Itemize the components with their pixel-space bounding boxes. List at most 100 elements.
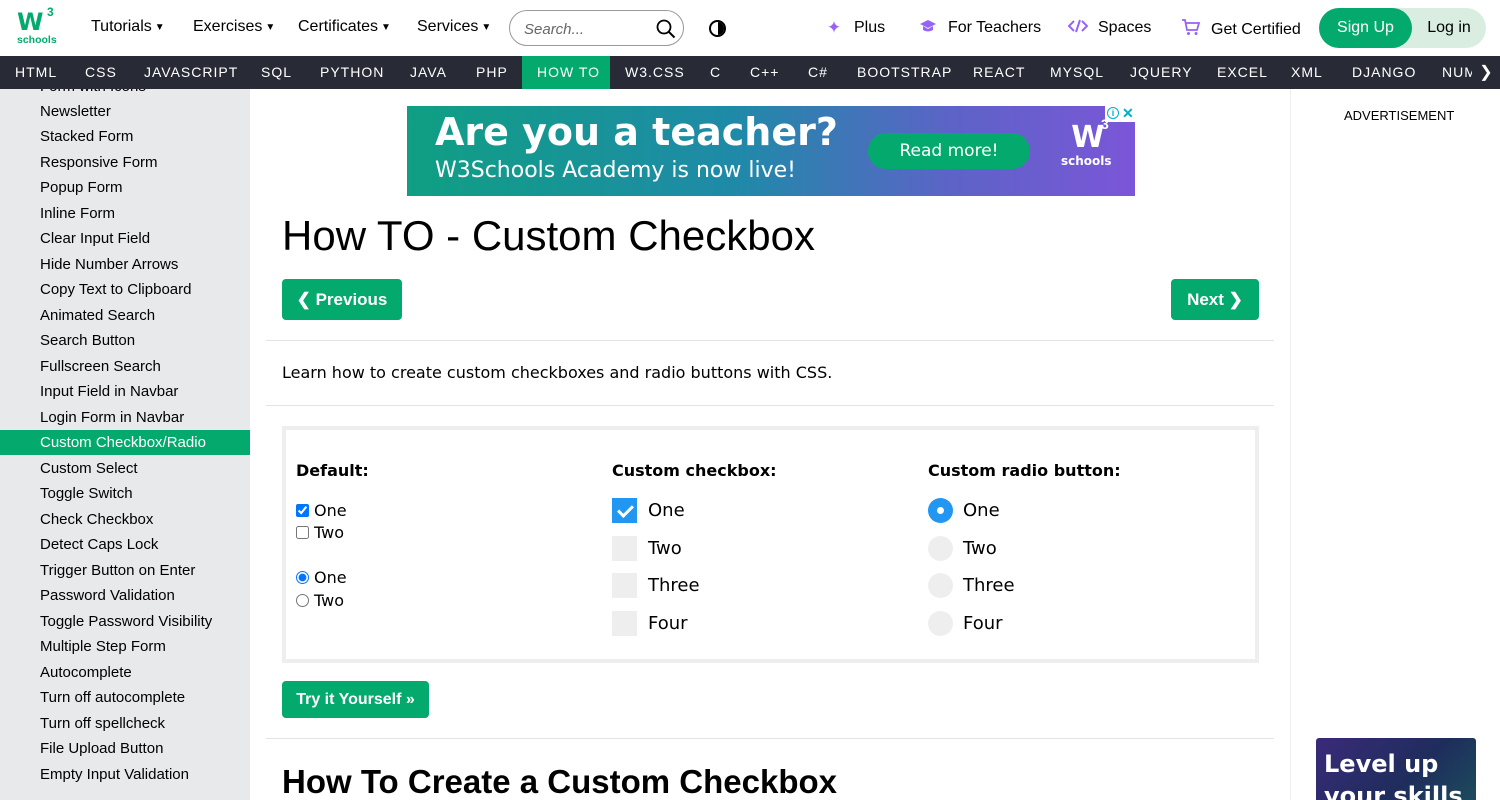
nav-item-mysql[interactable]: MYSQL — [1035, 56, 1119, 89]
ad-info-icon[interactable]: i — [1107, 107, 1119, 119]
nav-item-c[interactable]: C — [695, 56, 736, 89]
default-checkbox-two-input[interactable] — [296, 526, 309, 539]
next-button[interactable]: Next ❯ — [1171, 279, 1259, 320]
custom-checkbox-three[interactable]: Three — [612, 573, 700, 598]
sidebar-item-stacked-form[interactable]: Stacked Form — [0, 124, 250, 149]
nav-item-sql[interactable]: SQL — [246, 56, 307, 89]
nav-item-java[interactable]: JAVA — [395, 56, 462, 89]
custom-radio-three-label: Three — [963, 575, 1015, 596]
sidebar-item-inline-form[interactable]: Inline Form — [0, 201, 250, 226]
sidebar-item-responsive-form[interactable]: Responsive Form — [0, 150, 250, 175]
plus-label: Plus — [854, 19, 886, 36]
w3schools-logo[interactable]: W 3 schools — [17, 5, 59, 48]
sidebar-item-animated-search[interactable]: Animated Search — [0, 303, 250, 328]
nav-item-jquery[interactable]: JQUERY — [1115, 56, 1208, 89]
sidebar-item-form-with-icons[interactable]: Form with Icons — [0, 89, 250, 99]
menu-certificates-label: Certificates — [298, 18, 379, 35]
default-radio-one-input[interactable] — [296, 571, 309, 584]
nav-item-javascript[interactable]: JAVASCRIPT — [129, 56, 253, 89]
menu-tutorials[interactable]: Tutorials ▼ — [91, 18, 165, 36]
sidebar-item-detect-caps-lock[interactable]: Detect Caps Lock — [0, 532, 250, 557]
level-up-ad[interactable]: Level up your skills — [1316, 738, 1476, 800]
nav-item-xml[interactable]: XML — [1276, 56, 1338, 89]
plus-link[interactable]: ✦ Plus — [824, 18, 885, 38]
sidebar-item-toggle-password-visibility[interactable]: Toggle Password Visibility — [0, 609, 250, 634]
ad-close-icon[interactable]: ✕ — [1122, 106, 1134, 122]
custom-radio-three[interactable]: Three — [928, 573, 1015, 598]
custom-checkbox-one[interactable]: One — [612, 498, 685, 523]
nav-item-django[interactable]: DJANGO — [1337, 56, 1431, 89]
sidebar: Form with Icons Newsletter Stacked Form … — [0, 89, 250, 800]
logo-letter: W — [17, 8, 44, 36]
custom-checkbox-two-label: Two — [648, 538, 682, 559]
sidebar-item-turn-off-spellcheck[interactable]: Turn off spellcheck — [0, 711, 250, 736]
caret-down-icon: ▼ — [381, 22, 391, 33]
default-checkbox-one[interactable]: One — [296, 501, 347, 520]
nav-item-react[interactable]: REACT — [958, 56, 1040, 89]
default-radio-two-input[interactable] — [296, 594, 309, 607]
sidebar-item-fullscreen-search[interactable]: Fullscreen Search — [0, 354, 250, 379]
menu-exercises[interactable]: Exercises ▼ — [193, 18, 275, 36]
menu-services[interactable]: Services ▼ — [417, 18, 491, 36]
sidebar-item-clear-input-field[interactable]: Clear Input Field — [0, 226, 250, 251]
sidebar-item-empty-input-validation[interactable]: Empty Input Validation — [0, 762, 250, 787]
sidebar-item-popup-form[interactable]: Popup Form — [0, 175, 250, 200]
nav-item-php[interactable]: PHP — [461, 56, 523, 89]
search-input[interactable] — [524, 19, 649, 39]
sidebar-item-password-validation[interactable]: Password Validation — [0, 583, 250, 608]
previous-button[interactable]: ❮ Previous — [282, 279, 402, 320]
sidebar-item-custom-checkbox-radio[interactable]: Custom Checkbox/Radio — [0, 430, 250, 455]
divider — [266, 738, 1274, 739]
custom-radio-two[interactable]: Two — [928, 536, 997, 561]
sidebar-item-turn-off-autocomplete[interactable]: Turn off autocomplete — [0, 685, 250, 710]
custom-checkbox-four[interactable]: Four — [612, 611, 688, 636]
checkbox-checked-icon — [612, 498, 637, 523]
sidebar-item-input-field-navbar[interactable]: Input Field in Navbar — [0, 379, 250, 404]
contrast-toggle-icon[interactable] — [709, 20, 726, 37]
sidebar-item-search-button[interactable]: Search Button — [0, 328, 250, 353]
nav-item-w3css[interactable]: W3.CSS — [610, 56, 700, 89]
default-checkbox-two[interactable]: Two — [296, 523, 344, 542]
sidebar-item-toggle-switch[interactable]: Toggle Switch — [0, 481, 250, 506]
sidebar-item-trigger-button-enter[interactable]: Trigger Button on Enter — [0, 558, 250, 583]
sidebar-item-multiple-step-form[interactable]: Multiple Step Form — [0, 634, 250, 659]
sidebar-item-login-form-navbar[interactable]: Login Form in Navbar — [0, 405, 250, 430]
level-up-line1: Level up — [1324, 750, 1439, 778]
nav-item-html[interactable]: HTML — [0, 56, 72, 89]
nav-item-csharp[interactable]: C# — [793, 56, 843, 89]
sign-up-button[interactable]: Sign Up — [1319, 8, 1412, 48]
menu-certificates[interactable]: Certificates ▼ — [298, 18, 391, 36]
custom-checkbox-heading: Custom checkbox: — [612, 461, 777, 480]
get-certified-link[interactable]: Get Certified — [1181, 18, 1301, 41]
sidebar-item-hide-number-arrows[interactable]: Hide Number Arrows — [0, 252, 250, 277]
spaces-link[interactable]: Spaces — [1067, 18, 1151, 38]
default-radio-two[interactable]: Two — [296, 591, 344, 610]
sparkle-icon: ✦ — [826, 18, 842, 37]
search-icon[interactable] — [656, 19, 676, 39]
caret-down-icon: ▼ — [481, 22, 492, 33]
custom-radio-one[interactable]: One — [928, 498, 1000, 523]
sidebar-item-file-upload-button[interactable]: File Upload Button — [0, 736, 250, 761]
nav-item-python[interactable]: PYTHON — [305, 56, 399, 89]
sidebar-item-custom-select[interactable]: Custom Select — [0, 456, 250, 481]
checkbox-unchecked-icon — [612, 611, 637, 636]
sidebar-item-check-checkbox[interactable]: Check Checkbox — [0, 507, 250, 532]
try-it-yourself-button[interactable]: Try it Yourself » — [282, 681, 429, 718]
nav-item-how-to[interactable]: HOW TO — [522, 56, 610, 89]
custom-checkbox-two[interactable]: Two — [612, 536, 682, 561]
for-teachers-link[interactable]: For Teachers — [918, 18, 1041, 38]
nav-item-cpp[interactable]: C++ — [735, 56, 794, 89]
sidebar-item-copy-text[interactable]: Copy Text to Clipboard — [0, 277, 250, 302]
nav-item-css[interactable]: CSS — [70, 56, 132, 89]
sidebar-item-newsletter[interactable]: Newsletter — [0, 99, 250, 124]
default-radio-one[interactable]: One — [296, 568, 347, 587]
default-checkbox-one-input[interactable] — [296, 504, 309, 517]
nav-item-excel[interactable]: EXCEL — [1202, 56, 1283, 89]
ad-read-more-button[interactable]: Read more! — [868, 133, 1030, 169]
custom-radio-four[interactable]: Four — [928, 611, 1003, 636]
teacher-ad-banner[interactable]: Are you a teacher? W3Schools Academy is … — [407, 106, 1135, 196]
log-in-button[interactable]: Log in — [1412, 8, 1486, 48]
nav-item-bootstrap[interactable]: BOOTSTRAP — [842, 56, 967, 89]
nav-scroll-right-icon[interactable]: ❯ — [1472, 56, 1500, 89]
sidebar-item-autocomplete[interactable]: Autocomplete — [0, 660, 250, 685]
